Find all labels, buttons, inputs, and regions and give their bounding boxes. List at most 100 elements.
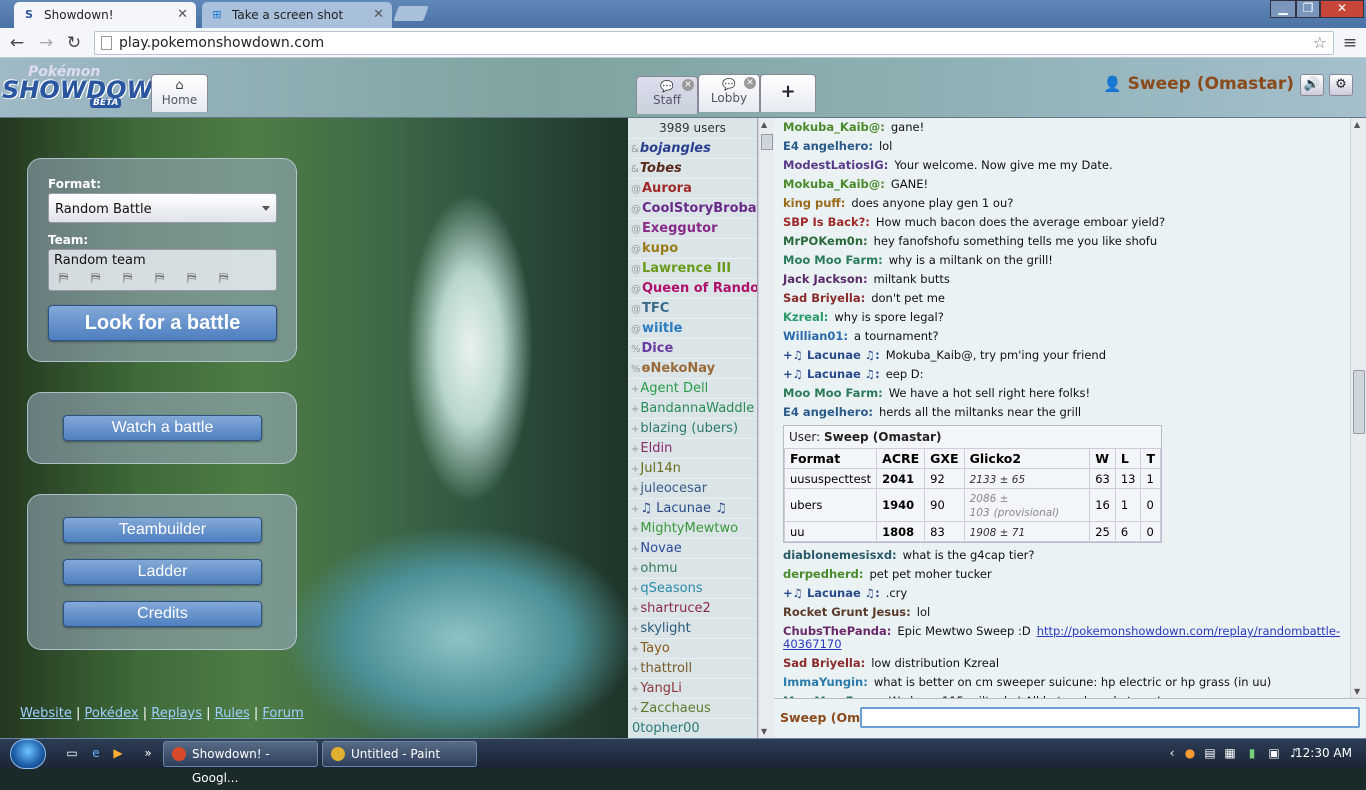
tab-staff[interactable]: 💬 Staff ✕ [636,76,698,114]
user-list-item[interactable]: +ohmu [628,558,757,578]
chat-message-user[interactable]: diablonemesisxd: [783,548,897,562]
user-list-item[interactable]: @CoolStoryBrobat [628,198,757,218]
chat-input[interactable] [860,707,1360,728]
replays-link[interactable]: Replays [151,706,202,721]
chat-message-user[interactable]: SBP Is Back?: [783,215,870,229]
chat-message-user[interactable]: Kzreal: [783,310,828,324]
ladder-button[interactable]: Ladder [63,559,262,585]
scroll-thumb[interactable] [1353,370,1365,434]
user-list-item[interactable]: @TFC [628,298,757,318]
chat-scrollbar[interactable]: ▲ ▼ [1350,118,1366,698]
show-desktop-icon[interactable]: ▭ [64,746,80,760]
chat-message-user[interactable]: ImmaYungin: [783,675,868,689]
tab-home[interactable]: ⌂ Home [151,74,208,112]
user-list-item[interactable]: @kupo [628,238,757,258]
settings-button[interactable]: ⚙ [1329,74,1353,96]
chat-message-user[interactable]: ModestLatiosIG: [783,158,888,172]
chat-message-user[interactable]: +♫ Lacunae ♫: [783,586,880,600]
user-list-item[interactable]: +Jul14n [628,458,757,478]
user-list-item[interactable]: +juleocesar [628,478,757,498]
taskbar-item-paint[interactable]: Untitled - Paint [322,741,477,767]
scroll-thumb[interactable] [761,134,773,150]
chat-message-user[interactable]: Moo Moo Farm: [783,386,883,400]
chat-message-user[interactable]: Sad Briyella: [783,291,865,305]
userlist-scrollbar[interactable]: ▲ ▼ [758,118,774,738]
chat-message-user[interactable]: Sad Briyella: [783,656,865,670]
user-list-item[interactable]: +thattroll [628,658,757,678]
user-list-item[interactable]: 0topher00 [628,718,757,738]
user-list-item[interactable]: +qSeasons [628,578,757,598]
clock[interactable]: 12:30 AM [1295,746,1352,760]
user-list-item[interactable]: @Exeggutor [628,218,757,238]
chat-message-user[interactable]: E4 angelhero: [783,405,873,419]
chat-message-user[interactable]: E4 angelhero: [783,139,873,153]
close-tab-icon[interactable]: ✕ [177,7,188,22]
tray-app-icon[interactable]: ● [1182,746,1198,760]
start-button[interactable] [10,739,46,769]
ie-icon[interactable]: e [88,746,104,760]
minimize-button[interactable]: ▁ [1270,0,1296,18]
pokedex-link[interactable]: Pokédex [84,706,138,721]
new-room-button[interactable]: + [760,74,816,112]
user-list-item[interactable]: +shartruce2 [628,598,757,618]
chat-message-user[interactable]: Mokuba_Kaib@: [783,120,885,134]
tray-battery-icon[interactable]: ▮ [1244,746,1260,760]
tray-chevron-icon[interactable]: ‹ [1164,746,1180,760]
reload-icon[interactable]: ↻ [64,33,84,53]
chat-message-user[interactable]: Jack Jackson: [783,272,868,286]
taskbar-item-chrome[interactable]: Showdown! - Googl... [163,741,318,785]
browser-tab-screenshot[interactable]: ⊞ Take a screen shot ✕ [202,2,392,28]
user-list-item[interactable]: %ѳNekoNay [628,358,757,378]
user-list-item[interactable]: +♫ Lacunae ♫ [628,498,757,518]
tray-network-icon[interactable]: ▦ [1222,746,1238,760]
look-for-battle-button[interactable]: Look for a battle [48,305,277,341]
user-list-item[interactable]: @Lawrence III [628,258,757,278]
tab-lobby[interactable]: 💬 Lobby ✕ [698,74,760,112]
url-input[interactable]: play.pokemonshowdown.com ☆ [94,31,1334,55]
user-list-item[interactable]: +Novae [628,538,757,558]
teambuilder-button[interactable]: Teambuilder [63,517,262,543]
bookmark-star-icon[interactable]: ☆ [1313,32,1327,54]
close-tab-icon[interactable]: ✕ [682,79,694,91]
user-list-item[interactable]: +blazing (ubers) [628,418,757,438]
user-list-item[interactable]: @wiitle [628,318,757,338]
close-window-button[interactable]: ✕ [1320,0,1364,18]
chat-message-user[interactable]: +♫ Lacunae ♫: [783,367,880,381]
chat-message-user[interactable]: Willian01: [783,329,848,343]
user-list-item[interactable]: &Tobes [628,158,757,178]
user-list-item[interactable]: +Tayo [628,638,757,658]
chat-message-user[interactable]: MrPOKem0n: [783,234,868,248]
close-tab-icon[interactable]: ✕ [373,7,384,22]
chat-message-user[interactable]: Moo Moo Farm: [783,253,883,267]
website-link[interactable]: Website [20,706,72,721]
watch-battle-button[interactable]: Watch a battle [63,415,262,441]
tray-device-icon[interactable]: ▤ [1202,746,1218,760]
media-player-icon[interactable]: ▶ [110,746,126,760]
team-select[interactable]: Random team ⛿ ⛿ ⛿ ⛿ ⛿ ⛿ [48,249,277,291]
maximize-button[interactable]: ❐ [1296,0,1320,18]
format-select[interactable]: Random Battle [48,193,277,223]
menu-icon[interactable]: ≡ [1340,33,1360,53]
user-list-item[interactable]: %Dice [628,338,757,358]
tray-monitor-icon[interactable]: ▣ [1266,746,1282,760]
forum-link[interactable]: Forum [262,706,303,721]
user-list-item[interactable]: +Agent Dell [628,378,757,398]
scroll-down-icon[interactable]: ▼ [1354,687,1360,696]
back-icon[interactable]: ← [7,33,27,53]
user-list-item[interactable]: +YangLi [628,678,757,698]
user-list-item[interactable]: +skylight [628,618,757,638]
chat-message-user[interactable]: ChubsThePanda: [783,624,891,638]
user-list-item[interactable]: +Zacchaeus [628,698,757,718]
overflow-chevron-icon[interactable]: » [140,746,156,760]
chat-message-user[interactable]: Rocket Grunt Jesus: [783,605,911,619]
chat-message-user[interactable]: derpedherd: [783,567,863,581]
user-list-item[interactable]: @Aurora [628,178,757,198]
showdown-logo[interactable]: Pokémon SHOWDOWN! BETA [2,64,184,110]
scroll-up-icon[interactable]: ▲ [761,120,767,129]
sound-button[interactable]: 🔊 [1300,74,1324,96]
user-list-item[interactable]: +MightyMewtwo [628,518,757,538]
chat-message-user[interactable]: +♫ Lacunae ♫: [783,348,880,362]
scroll-down-icon[interactable]: ▼ [761,727,767,736]
credits-button[interactable]: Credits [63,601,262,627]
user-list-item[interactable]: @Queen of Randoms [628,278,757,298]
